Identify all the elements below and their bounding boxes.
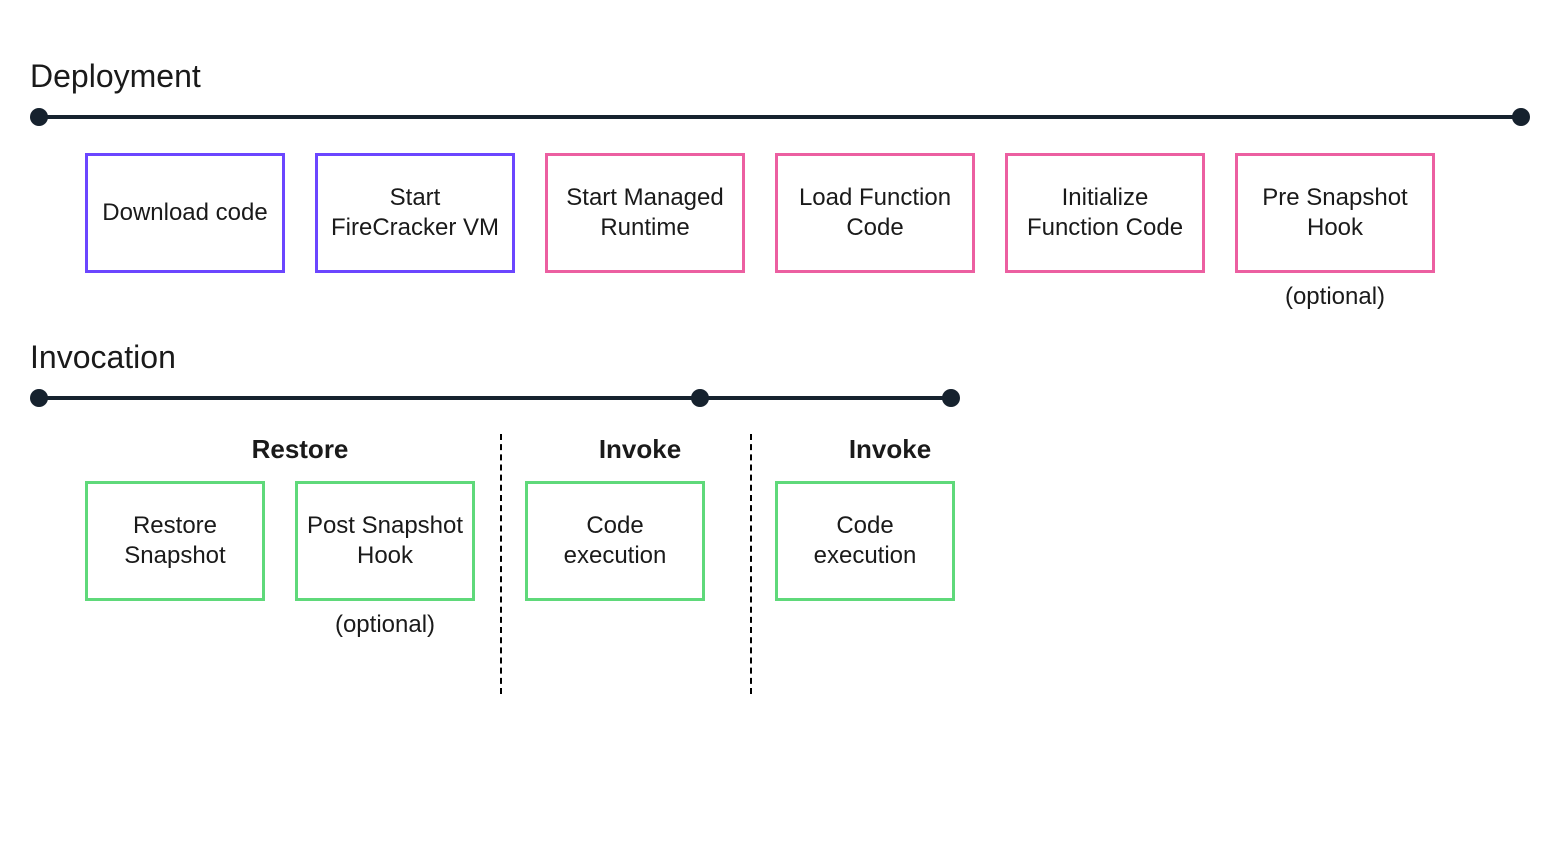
step-load-code: Load Function Code bbox=[775, 153, 975, 273]
phase-divider bbox=[500, 434, 502, 694]
step-init-code: Initialize Function Code bbox=[1005, 153, 1205, 273]
step-code-exec-2: Code execution bbox=[775, 481, 955, 601]
invocation-step: Restore Snapshot bbox=[85, 481, 265, 639]
deployment-step: Start FireCracker VM bbox=[315, 153, 515, 311]
invocation-steps: Restore Snapshot Post Snapshot Hook (opt… bbox=[30, 481, 1530, 639]
deployment-step: Start Managed Runtime bbox=[545, 153, 745, 311]
step-download-code: Download code bbox=[85, 153, 285, 273]
invocation-step: Code execution bbox=[525, 481, 705, 639]
invocation-body: Restore Invoke Invoke Restore Snapshot P… bbox=[30, 434, 1530, 639]
deployment-step: Pre Snapshot Hook (optional) bbox=[1235, 153, 1435, 311]
step-code-exec-1: Code execution bbox=[525, 481, 705, 601]
invocation-title: Invocation bbox=[30, 339, 1530, 376]
step-start-runtime: Start Managed Runtime bbox=[545, 153, 745, 273]
phase-label-invoke-1: Invoke bbox=[515, 434, 765, 465]
deployment-timeline bbox=[30, 107, 1530, 127]
phase-label-invoke-2: Invoke bbox=[765, 434, 1015, 465]
invocation-step: Code execution bbox=[775, 481, 955, 639]
step-pre-snapshot-hook: Pre Snapshot Hook bbox=[1235, 153, 1435, 273]
optional-caption: (optional) bbox=[335, 611, 435, 639]
phase-divider bbox=[750, 434, 752, 694]
invocation-step: Post Snapshot Hook (optional) bbox=[295, 481, 475, 639]
deployment-title: Deployment bbox=[30, 58, 1530, 95]
optional-caption: (optional) bbox=[1285, 283, 1385, 311]
invocation-timeline bbox=[30, 388, 960, 408]
deployment-step: Download code bbox=[85, 153, 285, 311]
deployment-step: Initialize Function Code bbox=[1005, 153, 1205, 311]
step-post-snapshot-hook: Post Snapshot Hook bbox=[295, 481, 475, 601]
phase-label-restore: Restore bbox=[85, 434, 515, 465]
deployment-step: Load Function Code bbox=[775, 153, 975, 311]
deployment-steps: Download code Start FireCracker VM Start… bbox=[30, 153, 1530, 311]
step-start-firecracker: Start FireCracker VM bbox=[315, 153, 515, 273]
step-restore-snapshot: Restore Snapshot bbox=[85, 481, 265, 601]
